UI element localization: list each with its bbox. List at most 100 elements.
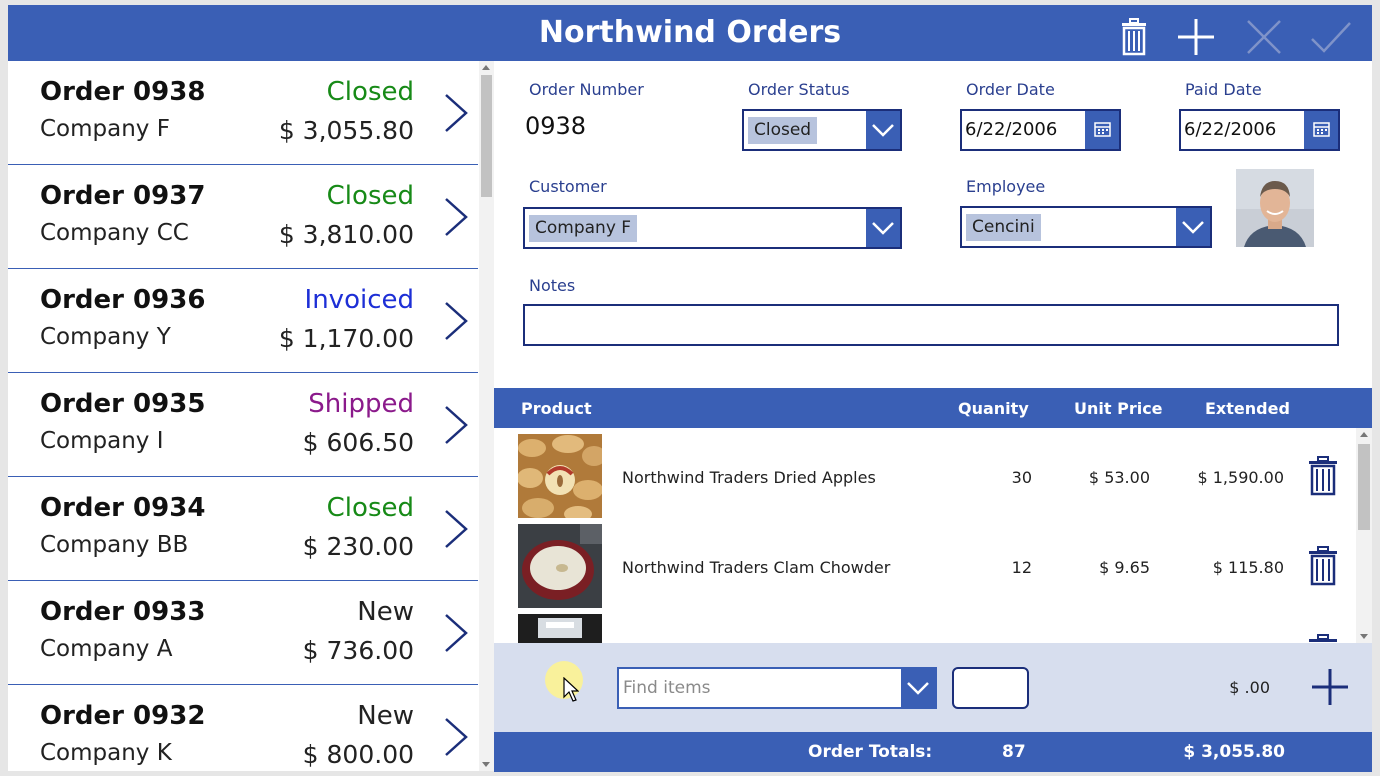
order-row[interactable]: Order 0932 Company K New $ 800.00 xyxy=(8,685,478,771)
order-title: Order 0935 xyxy=(40,389,206,419)
chevron-right-icon[interactable] xyxy=(440,91,470,135)
order-status: New xyxy=(357,701,414,731)
scroll-down-icon[interactable] xyxy=(1360,634,1368,639)
employee-value: Cencini xyxy=(966,214,1041,241)
calendar-icon[interactable] xyxy=(1304,111,1338,149)
chevron-down-icon[interactable] xyxy=(866,209,900,247)
table-row[interactable]: Northwind Traders Clam Chowder 12 $ 9.65… xyxy=(494,518,1356,608)
notes-input[interactable] xyxy=(523,304,1339,346)
mouse-pointer-icon xyxy=(563,676,580,703)
check-icon xyxy=(1311,22,1351,53)
product-extended: $ 115.80 xyxy=(1212,558,1284,577)
order-status-value: Closed xyxy=(748,117,818,144)
employee-avatar xyxy=(1236,169,1314,247)
order-row[interactable]: Order 0937 Company CC Closed $ 3,810.00 xyxy=(8,165,478,269)
order-row[interactable]: Order 0936 Company Y Invoiced $ 1,170.00 xyxy=(8,269,478,373)
order-row[interactable]: Order 0935 Company I Shipped $ 606.50 xyxy=(8,373,478,477)
employee-dropdown[interactable]: Cencini xyxy=(960,206,1212,248)
order-total: $ 1,170.00 xyxy=(278,324,414,353)
order-status: Invoiced xyxy=(304,285,414,315)
table-row[interactable] xyxy=(494,608,1356,643)
product-quantity: 30 xyxy=(1011,468,1032,487)
add-item-button[interactable] xyxy=(1308,665,1352,709)
order-title: Order 0936 xyxy=(40,285,206,315)
find-items-combobox[interactable]: Find items xyxy=(617,667,937,709)
paid-date-picker[interactable]: 6/22/2006 xyxy=(1179,109,1340,151)
calendar-icon[interactable] xyxy=(1085,111,1119,149)
order-company: Company K xyxy=(40,740,172,766)
order-total: $ 736.00 xyxy=(302,636,414,665)
customer-label: Customer xyxy=(529,177,607,196)
add-item-extended: $ .00 xyxy=(1229,678,1270,697)
employee-label: Employee xyxy=(966,177,1046,196)
scroll-up-icon[interactable] xyxy=(1360,432,1368,437)
product-name: Northwind Traders Clam Chowder xyxy=(622,558,891,577)
product-grid-scrollbar[interactable] xyxy=(1356,428,1372,643)
product-extended: $ 1,590.00 xyxy=(1197,468,1284,487)
chevron-down-icon[interactable] xyxy=(866,111,900,149)
order-title: Order 0938 xyxy=(40,77,206,107)
chevron-right-icon[interactable] xyxy=(440,195,470,239)
product-image xyxy=(518,524,602,608)
chevron-right-icon[interactable] xyxy=(440,611,470,655)
order-company: Company F xyxy=(40,116,170,142)
order-row[interactable]: Order 0938 Company F Closed $ 3,055.80 xyxy=(8,61,478,165)
close-icon xyxy=(1247,20,1281,54)
product-image xyxy=(518,614,602,643)
order-status: Shipped xyxy=(308,389,414,419)
trash-icon[interactable] xyxy=(1306,546,1340,586)
new-order-button[interactable] xyxy=(1174,15,1218,59)
title-bar: Northwind Orders xyxy=(8,5,1372,61)
order-total: $ 230.00 xyxy=(302,532,414,561)
quantity-input[interactable] xyxy=(952,667,1029,709)
chevron-right-icon[interactable] xyxy=(440,715,470,759)
chevron-down-icon[interactable] xyxy=(901,669,935,707)
product-unit-price: $ 53.00 xyxy=(1088,468,1150,487)
app-title: Northwind Orders xyxy=(538,15,842,50)
order-total: $ 3,810.00 xyxy=(278,220,414,249)
cancel-button[interactable] xyxy=(1242,15,1286,59)
order-totals-quantity: 87 xyxy=(1002,742,1026,762)
order-date-picker[interactable]: 6/22/2006 xyxy=(960,109,1121,151)
order-status-dropdown[interactable]: Closed xyxy=(742,109,902,151)
order-list-scrollbar[interactable] xyxy=(479,61,494,771)
product-grid-header: Product Quanity Unit Price Extended xyxy=(494,388,1372,428)
product-name: Northwind Traders Dried Apples xyxy=(622,468,876,487)
scrollbar-thumb[interactable] xyxy=(481,75,492,197)
column-header-extended: Extended xyxy=(1205,399,1290,418)
paid-date-value: 6/22/2006 xyxy=(1184,119,1277,140)
chevron-down-icon[interactable] xyxy=(1176,208,1210,246)
order-title: Order 0937 xyxy=(40,181,206,211)
column-header-quantity: Quanity xyxy=(958,399,1029,418)
paid-date-label: Paid Date xyxy=(1185,80,1262,99)
chevron-right-icon[interactable] xyxy=(440,403,470,447)
order-row[interactable]: Order 0933 Company A New $ 736.00 xyxy=(8,581,478,685)
customer-dropdown[interactable]: Company F xyxy=(523,207,902,249)
order-totals-bar: Order Totals: 87 $ 3,055.80 xyxy=(494,732,1372,772)
order-status-label: Order Status xyxy=(748,80,850,99)
chevron-right-icon[interactable] xyxy=(440,507,470,551)
scroll-down-icon[interactable] xyxy=(482,762,490,767)
plus-icon xyxy=(1312,669,1348,705)
delete-order-button[interactable] xyxy=(1112,15,1156,59)
product-unit-price: $ 9.65 xyxy=(1099,558,1150,577)
trash-icon[interactable] xyxy=(1306,456,1340,496)
order-row[interactable]: Order 0934 Company BB Closed $ 230.00 xyxy=(8,477,478,581)
order-total: $ 3,055.80 xyxy=(278,116,414,145)
chevron-right-icon[interactable] xyxy=(440,299,470,343)
order-date-label: Order Date xyxy=(966,80,1055,99)
scrollbar-thumb[interactable] xyxy=(1358,444,1370,530)
trash-icon[interactable] xyxy=(1306,634,1340,643)
product-image xyxy=(518,434,602,518)
order-status: Closed xyxy=(326,77,414,107)
scroll-up-icon[interactable] xyxy=(482,65,490,70)
column-header-unit-price: Unit Price xyxy=(1074,399,1163,418)
order-company: Company A xyxy=(40,636,173,662)
add-item-bar: Find items $ .00 xyxy=(494,643,1372,732)
save-button[interactable] xyxy=(1308,15,1352,59)
order-company: Company CC xyxy=(40,220,189,246)
table-row[interactable]: Northwind Traders Dried Apples 30 $ 53.0… xyxy=(494,428,1356,518)
order-title: Order 0932 xyxy=(40,701,206,731)
plus-icon xyxy=(1178,19,1214,55)
order-title: Order 0933 xyxy=(40,597,206,627)
